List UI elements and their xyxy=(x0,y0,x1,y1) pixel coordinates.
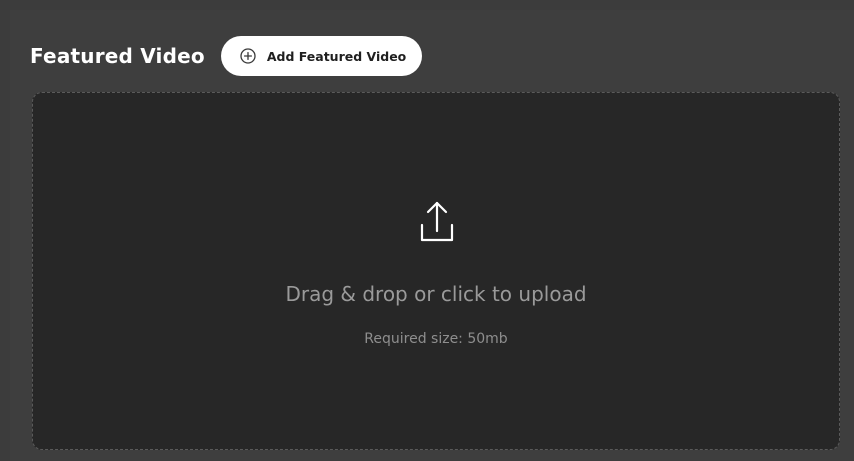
dropzone-size-requirement: Required size: 50mb xyxy=(364,331,508,347)
upload-icon xyxy=(417,195,457,253)
add-featured-video-label: Add Featured Video xyxy=(266,48,407,64)
dropzone-instruction: Drag & drop or click to upload xyxy=(285,282,587,306)
add-featured-video-button[interactable]: Add Featured Video xyxy=(220,36,423,76)
featured-video-header: Featured Video Add Featured Video xyxy=(30,36,423,76)
upload-dropzone[interactable]: Drag & drop or click to upload Required … xyxy=(32,92,840,450)
plus-circle-icon xyxy=(239,47,257,65)
section-title: Featured Video xyxy=(30,44,205,68)
featured-video-panel: Featured Video Add Featured Video Drag &… xyxy=(10,10,854,461)
